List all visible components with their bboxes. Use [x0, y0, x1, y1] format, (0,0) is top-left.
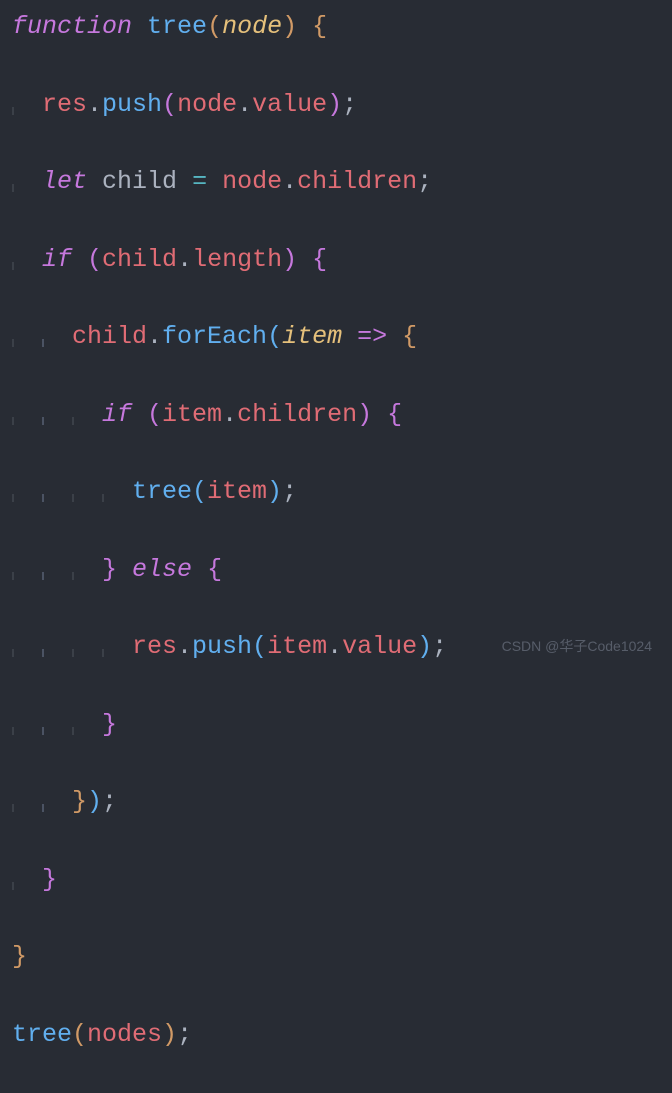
- code-line-13: }: [12, 938, 660, 977]
- code-line-1: function tree(node) {: [12, 8, 660, 47]
- code-line-12: }: [12, 861, 660, 900]
- parameter: node: [222, 12, 282, 41]
- function-call: tree: [132, 477, 192, 506]
- keyword-if: if: [42, 245, 72, 274]
- code-line-5: child.forEach(item => {: [12, 318, 660, 357]
- function-call: tree: [12, 1020, 72, 1049]
- method-call: push: [192, 632, 252, 661]
- method-call: push: [102, 90, 162, 119]
- identifier: child: [72, 322, 147, 351]
- property: value: [252, 90, 327, 119]
- watermark-text: CSDN @华子Code1024: [502, 636, 652, 658]
- identifier: node: [222, 167, 282, 196]
- code-line-4: if (child.length) {: [12, 241, 660, 280]
- identifier: node: [177, 90, 237, 119]
- argument: item: [207, 477, 267, 506]
- arrow-operator: =>: [357, 322, 387, 351]
- code-line-7: tree(item);: [12, 473, 660, 512]
- code-line-2: res.push(node.value);: [12, 86, 660, 125]
- property: length: [192, 245, 282, 274]
- code-line-8: } else {: [12, 551, 660, 590]
- keyword-function: function: [12, 12, 132, 41]
- identifier: res: [42, 90, 87, 119]
- code-line-3: let child = node.children;: [12, 163, 660, 202]
- property: value: [342, 632, 417, 661]
- method-call: forEach: [162, 322, 267, 351]
- keyword-else: else: [132, 555, 192, 584]
- property: children: [237, 400, 357, 429]
- code-line-14: tree(nodes);: [12, 1016, 660, 1055]
- identifier: child: [102, 245, 177, 274]
- function-name: tree: [147, 12, 207, 41]
- keyword-if: if: [102, 400, 132, 429]
- identifier: item: [162, 400, 222, 429]
- identifier: res: [132, 632, 177, 661]
- code-line-11: });: [12, 783, 660, 822]
- argument: nodes: [87, 1020, 162, 1049]
- property: children: [297, 167, 417, 196]
- code-block: function tree(node) { res.push(node.valu…: [12, 8, 660, 1093]
- keyword-let: let: [42, 167, 87, 196]
- variable-name: child: [102, 167, 177, 196]
- code-line-6: if (item.children) {: [12, 396, 660, 435]
- code-line-10: }: [12, 706, 660, 745]
- identifier: item: [267, 632, 327, 661]
- parameter: item: [282, 322, 342, 351]
